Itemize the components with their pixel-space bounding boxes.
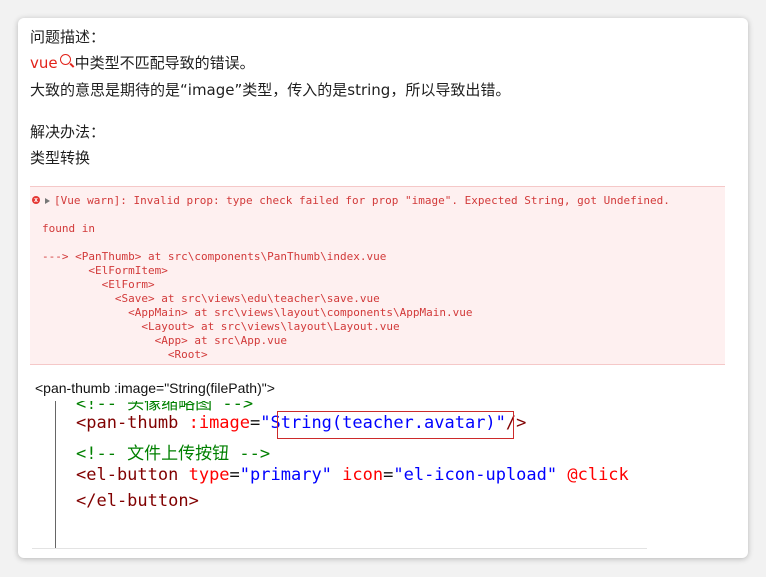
found-in-label: found in [42, 222, 95, 235]
problem-line-1-text: 中类型不匹配导致的错误。 [74, 54, 255, 72]
trace-line: <Save> at src\views\edu\teacher\save.vue [42, 292, 380, 305]
article-card: 问题描述： vue 中类型不匹配导致的错误。 大致的意思是期待的是“image”类… [18, 18, 748, 558]
keyword-link-vue[interactable]: vue [30, 54, 58, 72]
trace-line: <Root> [42, 348, 208, 361]
trace-line: <Layout> at src\views\layout\Layout.vue [42, 320, 400, 333]
trace-line: <AppMain> at src\views\layout\components… [42, 306, 473, 319]
console-warning-screenshot: x [Vue warn]: Invalid prop: type check f… [30, 186, 725, 365]
editor-gutter-line [55, 401, 56, 549]
code-line-el-button: <el-button type="primary" icon="el-icon-… [76, 465, 629, 485]
search-icon[interactable] [59, 54, 71, 65]
code-line-comment: <!-- 文件上传按钮 --> [76, 444, 271, 464]
trace-line: <App> at src\App.vue [42, 334, 288, 347]
problem-line-1: vue 中类型不匹配导致的错误。 [30, 52, 255, 73]
highlight-box [277, 411, 514, 439]
trace-line: ---> <PanThumb> at src\components\PanThu… [42, 250, 387, 263]
editor-bottom-rule [32, 548, 647, 549]
expand-triangle-icon[interactable] [45, 198, 50, 204]
error-icon: x [32, 196, 40, 204]
trace-line: <ElFormItem> [42, 264, 168, 277]
problem-line-2: 大致的意思是期待的是“image”类型，传入的是string，所以导致出错。 [30, 81, 511, 99]
solution-heading: 解决办法： [30, 123, 106, 141]
problem-heading: 问题描述： [30, 28, 106, 46]
code-caption: <pan-thumb :image="String(filePath)"> [35, 380, 275, 396]
code-line-el-button-close: </el-button> [76, 491, 199, 511]
code-editor-screenshot: <!-- 头像缩略图 --> <pan-thumb :image="String… [32, 401, 647, 549]
solution-text: 类型转换 [30, 149, 91, 167]
warn-message: [Vue warn]: Invalid prop: type check fai… [54, 194, 670, 207]
trace-line: <ElForm> [42, 278, 155, 291]
